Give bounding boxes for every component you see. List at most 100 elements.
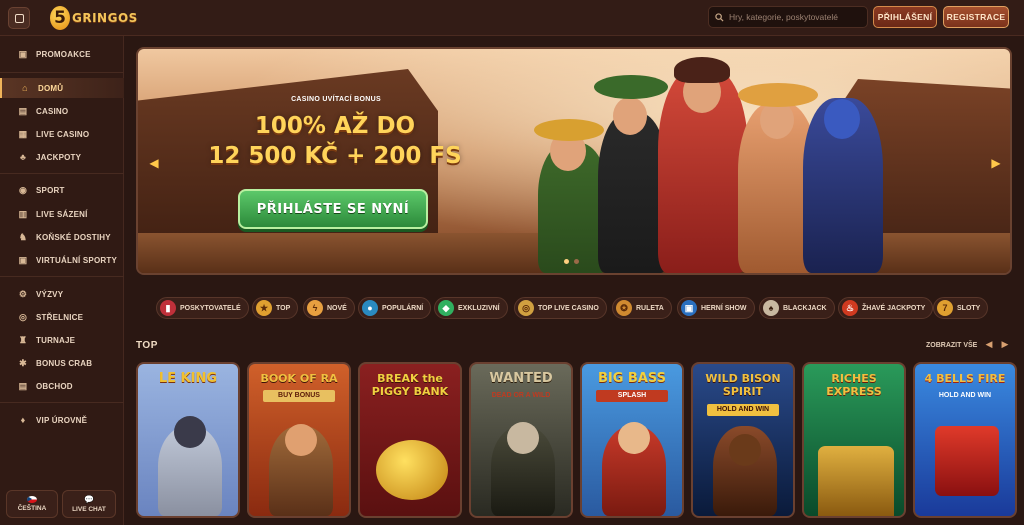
banner-dot[interactable] xyxy=(564,259,569,264)
horse-icon: ♞ xyxy=(18,231,28,242)
chip-label: POSKYTOVATELÉ xyxy=(180,304,241,312)
star-icon: ★ xyxy=(256,300,272,316)
language-button[interactable]: ČEŠTINA xyxy=(6,490,58,518)
carousel-next-icon[interactable]: ▶ xyxy=(999,339,1011,351)
sidebar-item-live-casino[interactable]: ▦ LIVE CASINO xyxy=(0,124,124,144)
banner-dot[interactable] xyxy=(574,259,579,264)
game-art-head xyxy=(729,434,761,466)
game-card[interactable]: LE KING xyxy=(136,362,240,518)
sidebar-item-label: STŘELNICE xyxy=(36,312,84,322)
sidebar-item-label: KOŇSKÉ DOSTIHY xyxy=(36,232,111,242)
category-chip-poskytovatele[interactable]: ▮ POSKYTOVATELÉ xyxy=(156,297,249,319)
game-art-head xyxy=(618,422,650,454)
live-chat-button[interactable]: 💬 LIVE CHAT xyxy=(62,490,116,518)
chip-icon: ◎ xyxy=(518,300,534,316)
banner-next-arrow-icon[interactable]: ▶ xyxy=(990,156,1002,170)
sidebar-item-label: LIVE CASINO xyxy=(36,129,90,139)
sidebar-item-vyzvy[interactable]: ⚙ VÝZVY xyxy=(0,284,124,304)
banner-title-line1: 100% AŽ DO xyxy=(254,113,416,139)
game-card[interactable]: WILD BISON SPIRIT HOLD AND WIN xyxy=(691,362,795,518)
view-all-link[interactable]: ZOBRAZIT VŠE xyxy=(926,342,977,349)
chip-label: ŽHAVÉ JACKPOTY xyxy=(862,304,926,312)
category-chip-top[interactable]: ★ TOP xyxy=(252,297,299,319)
game-subtitle: SPLASH xyxy=(596,390,668,402)
banner-subtitle: CASINO UVÍTACÍ BONUS xyxy=(291,96,381,103)
login-button[interactable]: PŘIHLÁŠENÍ xyxy=(873,6,937,28)
sidebar-item-obchod[interactable]: ▤ OBCHOD xyxy=(0,376,124,396)
diamond-icon: ◆ xyxy=(438,300,454,316)
sidebar-item-casino[interactable]: ▤ CASINO xyxy=(0,101,124,121)
globe-icon: ● xyxy=(362,300,378,316)
search-box[interactable] xyxy=(708,6,868,28)
game-card[interactable]: BOOK OF RA BUY BONUS xyxy=(247,362,351,518)
sidebar-item-turnaje[interactable]: ♜ TURNAJE xyxy=(0,330,124,350)
home-icon: ⌂ xyxy=(22,83,28,93)
register-button[interactable]: REGISTRACE xyxy=(943,6,1009,28)
game-title: WILD BISON SPIRIT xyxy=(705,372,781,398)
game-subtitle: HOLD AND WIN xyxy=(707,404,779,416)
logo[interactable]: 5 GRINGOS xyxy=(50,5,138,31)
sidebar-item-label: JACKPOTY xyxy=(36,152,82,162)
sidebar-item-live-sazeni[interactable]: ▥ LIVE SÁZENÍ xyxy=(0,204,124,224)
sidebar-item-label: PROMOAKCE xyxy=(36,49,91,59)
banner-pagination xyxy=(564,259,579,264)
slot-icon: 7 xyxy=(937,300,953,316)
search-input[interactable] xyxy=(729,12,859,22)
cards-icon: ♠ xyxy=(763,300,779,316)
trophy-icon: ♜ xyxy=(18,334,28,345)
roulette-icon: ✪ xyxy=(616,300,632,316)
game-title: BOOK OF RA xyxy=(260,372,338,385)
section-title: TOP xyxy=(136,340,158,351)
sidebar-item-sport[interactable]: ◉ SPORT xyxy=(0,180,124,200)
banner-cta-button[interactable]: PŘIHLÁSTE SE NYNÍ xyxy=(238,189,428,229)
category-chip-sloty[interactable]: 7 SLOTY xyxy=(933,297,989,319)
czech-flag-icon xyxy=(27,496,37,503)
live-chat-label: LIVE CHAT xyxy=(72,506,106,513)
category-chip-herni-show[interactable]: ▣ HERNÍ SHOW xyxy=(677,297,755,319)
category-chip-exkluzivni[interactable]: ◆ EXKLUZIVNÍ xyxy=(434,297,508,319)
game-subtitle: DEAD OR A WILD xyxy=(491,392,551,399)
game-card[interactable]: 4 BELLS FIRE HOLD AND WIN xyxy=(913,362,1017,518)
sidebar-item-strelnice[interactable]: ◎ STŘELNICE xyxy=(0,307,124,327)
game-card[interactable]: RICHES EXPRESS xyxy=(802,362,906,518)
lightning-icon: ϟ xyxy=(307,300,323,316)
banner-hat-1 xyxy=(534,119,604,141)
live-bet-icon: ▥ xyxy=(18,208,28,219)
category-chip-ruleta[interactable]: ✪ RULETA xyxy=(612,297,672,319)
shop-icon: ▤ xyxy=(18,380,28,391)
sidebar-item-virtualni-sporty[interactable]: ▣ VIRTUÁLNÍ SPORTY xyxy=(0,250,124,270)
sidebar-item-konske-dostihy[interactable]: ♞ KOŇSKÉ DOSTIHY xyxy=(0,227,124,247)
category-chip-top-live-casino[interactable]: ◎ TOP LIVE CASINO xyxy=(514,297,607,319)
target-icon: ◎ xyxy=(18,311,28,322)
promo-banner[interactable]: CASINO UVÍTACÍ BONUS 100% AŽ DO 12 500 K… xyxy=(136,47,1012,275)
sidebar-item-jackpoty[interactable]: ♣ JACKPOTY xyxy=(0,147,124,167)
chat-icon: 💬 xyxy=(84,495,94,504)
carousel-prev-icon[interactable]: ◀ xyxy=(983,339,995,351)
sidebar-toggle-button[interactable] xyxy=(8,7,30,29)
game-card[interactable]: BREAK the PIGGY BANK xyxy=(358,362,462,518)
sidebar-item-domu[interactable]: ⌂ DOMŮ xyxy=(0,78,124,98)
category-chip-blackjack[interactable]: ♠ BLACKJACK xyxy=(759,297,835,319)
challenge-icon: ⚙ xyxy=(18,288,28,299)
sidebar-item-label: CASINO xyxy=(36,106,69,116)
category-chip-popularni[interactable]: ● POPULÁRNÍ xyxy=(358,297,432,319)
category-chip-zhave-jackpoty[interactable]: ♨ ŽHAVÉ JACKPOTY xyxy=(838,297,934,319)
sidebar-item-bonus-crab[interactable]: ✱ BONUS CRAB xyxy=(0,353,124,373)
game-card[interactable]: BIG BASS SPLASH xyxy=(580,362,684,518)
sidebar-item-label: SPORT xyxy=(36,185,65,195)
game-art-head xyxy=(285,424,317,456)
game-card[interactable]: WANTED DEAD OR A WILD xyxy=(469,362,573,518)
sidebar-item-label: BONUS CRAB xyxy=(36,358,93,368)
sidebar-item-label: DOMŮ xyxy=(38,83,64,93)
chip-label: TOP xyxy=(276,304,291,312)
sidebar-item-promoakce[interactable]: ▣ PROMOAKCE xyxy=(0,44,124,64)
chip-label: NOVÉ xyxy=(327,304,347,312)
chip-label: HERNÍ SHOW xyxy=(701,304,747,312)
banner-prev-arrow-icon[interactable]: ◀ xyxy=(148,156,160,170)
game-title: RICHES EXPRESS xyxy=(826,372,882,398)
sidebar-item-vip-urovne[interactable]: ♦ VIP ÚROVNĚ xyxy=(0,410,124,430)
game-art xyxy=(935,426,999,496)
chip-label: SLOTY xyxy=(957,304,981,312)
sidebar-item-label: VIRTUÁLNÍ SPORTY xyxy=(36,255,117,265)
category-chip-nove[interactable]: ϟ NOVÉ xyxy=(303,297,355,319)
